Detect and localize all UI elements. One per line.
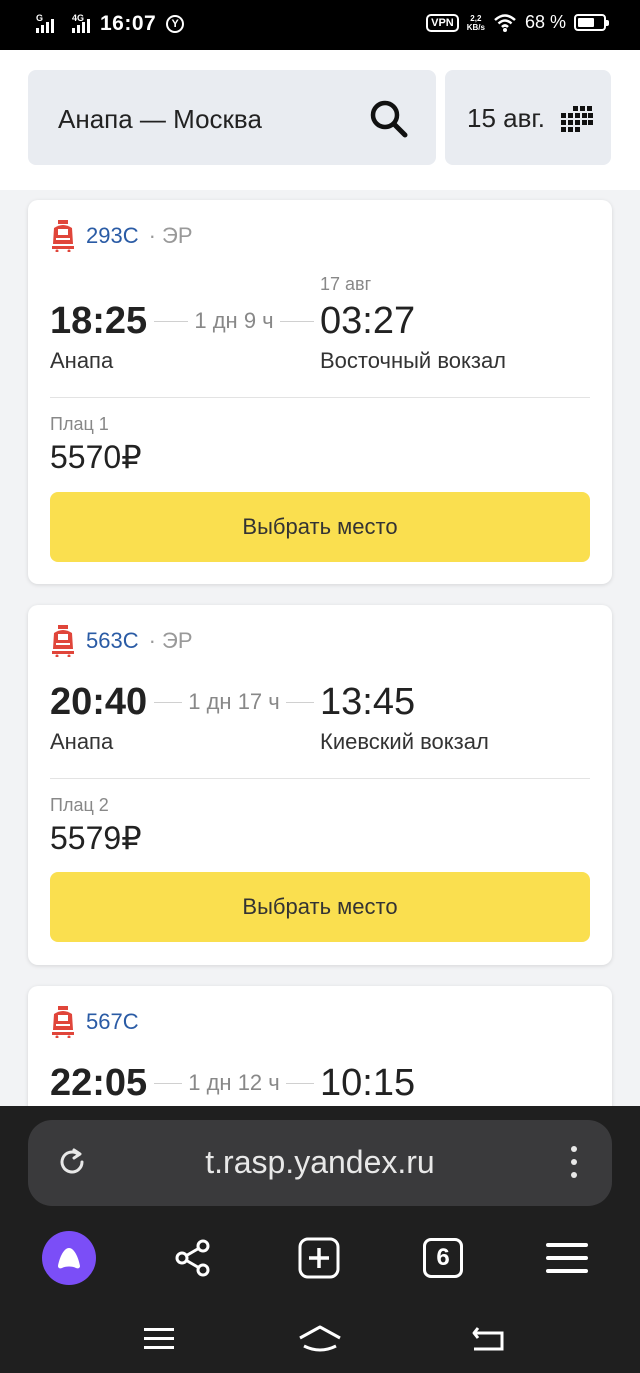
- train-type: · ЭР: [148, 223, 193, 248]
- train-icon: [52, 625, 74, 657]
- menu-icon: [144, 1328, 174, 1349]
- browser-toolbar: 6: [0, 1224, 640, 1290]
- clock: 16:07: [100, 12, 157, 35]
- browser-bottom-bar: t.rasp.yandex.ru 6: [0, 1106, 640, 1373]
- back-icon: [472, 1327, 504, 1351]
- route-search-field[interactable]: Анапа — Москва: [28, 70, 436, 165]
- tabs-button[interactable]: 6: [415, 1232, 471, 1284]
- network-speed: 2,2 KB/s: [466, 13, 485, 32]
- arrival-station: Восточный вокзал: [320, 348, 507, 373]
- signal-4g-icon: 4G: [72, 13, 90, 33]
- system-nav-bar: [0, 1312, 640, 1372]
- new-tab-button[interactable]: [291, 1232, 347, 1284]
- recent-apps-button[interactable]: [142, 1324, 182, 1360]
- price: 5570₽: [50, 439, 142, 475]
- alice-button[interactable]: [41, 1231, 97, 1285]
- train-number[interactable]: 567С: [86, 1009, 139, 1035]
- search-header: Анапа — Москва 15 авг.: [0, 50, 640, 190]
- date-text: 15 авг.: [467, 103, 545, 133]
- seat-class: Плац 2: [50, 795, 109, 815]
- departure-station: Анапа: [50, 348, 114, 373]
- divider: [50, 397, 590, 398]
- train-icon: [52, 220, 74, 252]
- calendar-icon: [561, 106, 593, 132]
- train-number[interactable]: 563С: [86, 628, 139, 654]
- search-icon[interactable]: [368, 98, 410, 140]
- hamburger-icon: [546, 1243, 588, 1273]
- share-icon: [175, 1239, 210, 1277]
- price: 5579₽: [50, 820, 142, 856]
- address-bar[interactable]: t.rasp.yandex.ru: [28, 1120, 612, 1206]
- yandex-notification-icon: Y: [166, 15, 185, 33]
- back-button[interactable]: [470, 1324, 510, 1360]
- seat-class: Плац 1: [50, 414, 109, 434]
- train-icon: [52, 1006, 74, 1038]
- select-seat-button[interactable]: Выбрать место: [50, 492, 590, 562]
- departure-time: 20:40: [50, 681, 148, 723]
- trip-duration: 1 дн 17 ч: [154, 689, 314, 715]
- menu-button[interactable]: [539, 1232, 595, 1284]
- url-text: t.rasp.yandex.ru: [205, 1144, 435, 1180]
- signal-icon: G: [36, 13, 54, 33]
- date-picker[interactable]: 15 авг.: [445, 70, 611, 165]
- wifi-icon: [494, 13, 516, 32]
- battery-icon: [574, 14, 609, 31]
- train-type: · ЭР: [148, 628, 193, 653]
- arrival-date: 17 авг: [320, 274, 372, 294]
- divider: [50, 778, 590, 779]
- trip-duration: 1 дн 9 ч: [154, 308, 315, 334]
- train-card[interactable]: 563С · ЭР 20:40 1 дн 17 ч 13:45 Анапа Ки…: [28, 605, 612, 965]
- departure-time: 22:05: [50, 1062, 148, 1104]
- trip-duration: 1 дн 12 ч: [154, 1070, 314, 1096]
- share-button[interactable]: [165, 1232, 221, 1284]
- arrival-station: Киевский вокзал: [320, 729, 489, 754]
- plus-icon: [298, 1237, 340, 1279]
- arrival-time: 10:15: [320, 1062, 416, 1104]
- alice-icon: [42, 1231, 96, 1285]
- vpn-badge: VPN: [426, 13, 459, 32]
- battery-percent: 68 %: [524, 12, 566, 32]
- train-card[interactable]: 293С · ЭР 17 авг 18:25 1 дн 9 ч 03:27 Ан…: [28, 200, 612, 584]
- tabs-count: 6: [423, 1238, 463, 1278]
- home-icon: [299, 1325, 341, 1352]
- departure-station: Анапа: [50, 729, 114, 754]
- arrival-time: 13:45: [320, 681, 416, 723]
- status-bar: G 4G 16:07 Y VPN 2,2 KB/s 68 %: [0, 0, 640, 50]
- select-seat-button[interactable]: Выбрать место: [50, 872, 590, 942]
- arrival-time: 03:27: [320, 300, 416, 342]
- more-vertical-icon[interactable]: [570, 1144, 578, 1180]
- home-button[interactable]: [297, 1324, 347, 1360]
- train-number[interactable]: 293С: [86, 223, 139, 249]
- departure-time: 18:25: [50, 300, 148, 342]
- route-text: Анапа — Москва: [58, 104, 262, 134]
